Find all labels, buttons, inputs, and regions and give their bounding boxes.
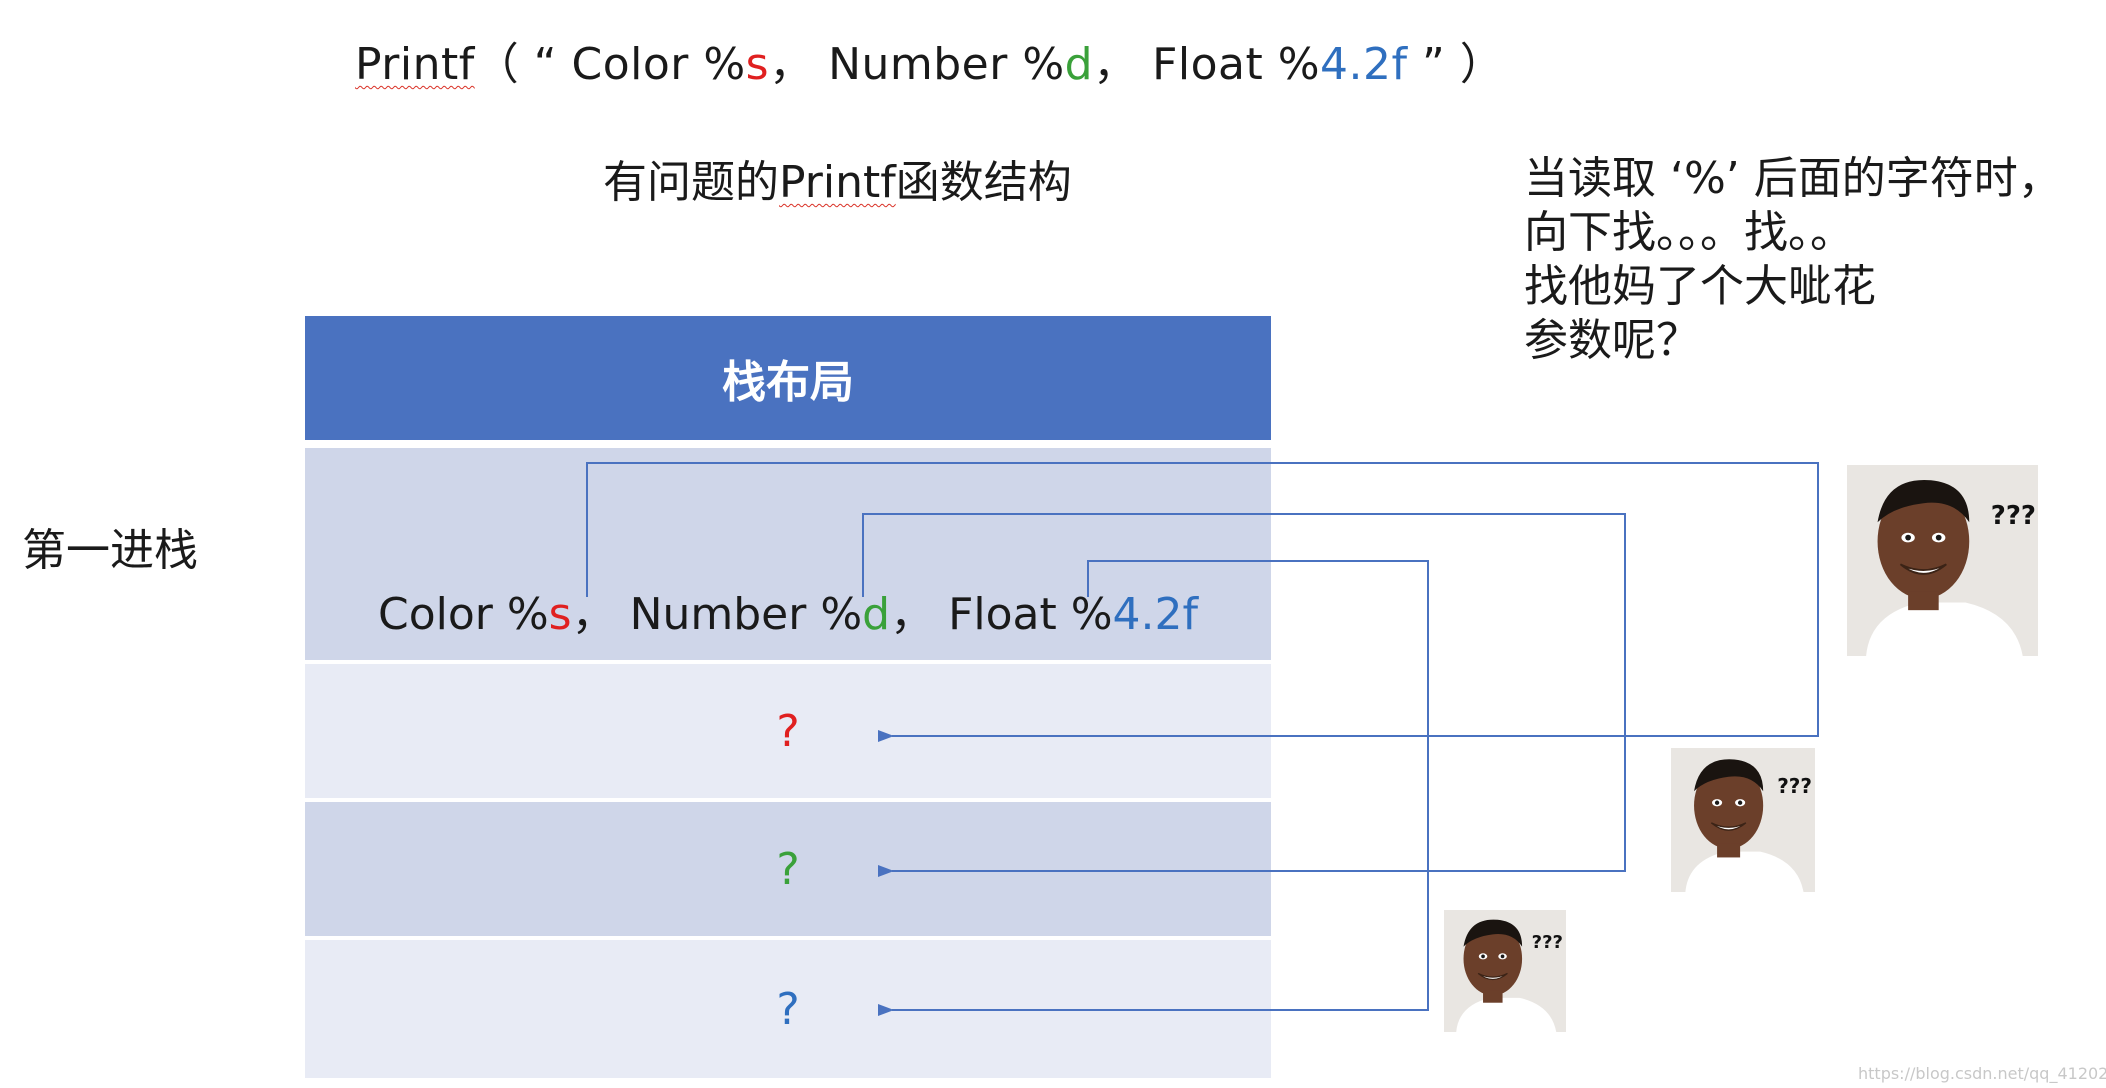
stack-row-arg-2: ? — [305, 802, 1271, 936]
stack-row-arg-3: ? — [305, 940, 1271, 1078]
face-caption-large: ??? — [1990, 501, 2036, 531]
row1-d-spec: d — [862, 589, 891, 640]
subtitle-before: 有问题的 — [603, 157, 779, 208]
row1-f-spec: 4.2f — [1112, 589, 1198, 640]
printf-keyword: Printf — [355, 39, 475, 90]
code-open: （ “ Color % — [474, 39, 746, 90]
code-f-spec: 4.2f — [1320, 39, 1408, 90]
row1-part3: ， Float % — [890, 589, 1113, 640]
code-mid2: ， Float % — [1093, 39, 1321, 90]
face-caption-medium: ??? — [1777, 774, 1812, 798]
row1-part1: Color % — [377, 589, 549, 640]
code-d-spec: d — [1064, 39, 1094, 90]
row1-s-spec: s — [548, 589, 572, 640]
diagram-subtitle: 有问题的Printf函数结构 — [603, 146, 1072, 210]
stack-row-arg-1: ? — [305, 664, 1271, 798]
code-s-spec: s — [745, 39, 770, 90]
missing-arg-d-qmark: ? — [776, 843, 800, 895]
note-text: 当读取 ‘%’ 后面的字符时， 向下找。。。找。。 找他妈了个大呲花 参数呢？ — [1524, 153, 2062, 366]
confused-face-image-small: ??? — [1444, 910, 1566, 1032]
missing-arg-f-qmark: ? — [776, 983, 800, 1035]
stack-row-format-string: Color %s， Number %d， Float %4.2f — [305, 448, 1271, 660]
missing-arg-s-qmark: ? — [776, 705, 800, 757]
printf-code-line: Printf（ “ Color %s， Number %d， Float %4.… — [355, 28, 1504, 92]
row1-part2: ， Number % — [571, 589, 863, 640]
format-string-text: Color %s， Number %d， Float %4.2f — [378, 578, 1198, 642]
confused-face-image-large: ??? — [1847, 465, 2038, 656]
first-push-label: 第一进栈 — [22, 525, 198, 576]
code-mid1: ， Number % — [769, 39, 1065, 90]
code-close: ” ） — [1407, 39, 1505, 90]
subtitle-printf: Printf — [779, 157, 896, 208]
face-caption-small: ??? — [1531, 932, 1563, 953]
stack-header: 栈布局 — [305, 316, 1271, 440]
watermark: https://blog.csdn.net/qq_41202237 — [1858, 1064, 2106, 1083]
confused-face-image-medium: ??? — [1671, 748, 1815, 892]
subtitle-after: 函数结构 — [895, 157, 1072, 208]
